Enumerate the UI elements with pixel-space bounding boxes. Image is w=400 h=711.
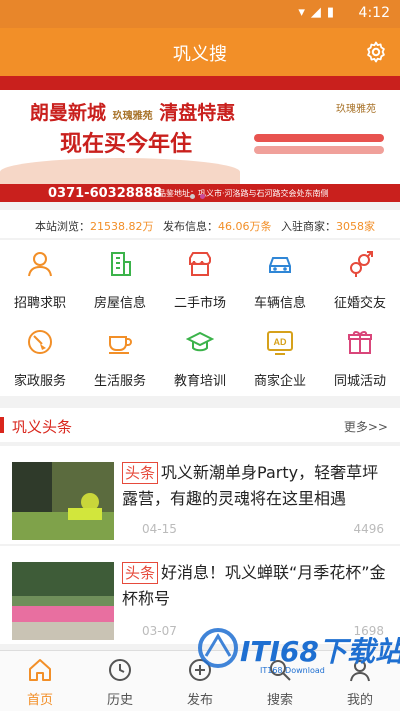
category-label: 房屋信息 <box>93 296 146 311</box>
category-education[interactable]: 教育培训 <box>160 318 240 396</box>
clock-icon <box>109 659 131 681</box>
banner-ribbon <box>254 146 384 154</box>
news-date: 03-07 <box>142 624 177 638</box>
car-icon <box>269 257 291 273</box>
home-icon <box>29 659 51 681</box>
watermark-text: ITI68下载站 <box>240 635 400 668</box>
ad-icon: AD <box>267 331 293 355</box>
promo-banner[interactable]: 朗曼新城 玖瑰雅苑 清盘特惠 现在买今年住 玖瑰雅苑 0371-60328888… <box>0 76 400 202</box>
stat-post-value: 46.06万条 <box>218 220 272 233</box>
news-title: 好消息！巩义蝉联“月季花杯”金杯称号 <box>122 563 386 608</box>
category-label: 生活服务 <box>93 374 146 389</box>
shop-icon <box>189 252 211 276</box>
tab-label: 历史 <box>106 693 133 708</box>
app-header: 巩义搜 <box>0 28 400 76</box>
news-thumbnail <box>12 462 114 540</box>
banner-brand: 玖瑰雅苑 <box>112 111 153 122</box>
banner-subheadline: 现在买今年住 <box>60 132 193 157</box>
news-date: 04-15 <box>142 522 177 536</box>
category-label: 二手市场 <box>173 296 226 311</box>
tab-label: 首页 <box>26 693 53 708</box>
tab-history[interactable]: 历史 <box>80 651 160 711</box>
category-label: 征婚交友 <box>333 296 386 311</box>
banner-decoration <box>0 158 240 186</box>
news-views: 4496 <box>353 522 384 536</box>
banner-headline-part1: 朗曼新城 <box>30 102 107 124</box>
svg-text:AD: AD <box>274 337 287 347</box>
category-housekeeping[interactable]: 家政服务 <box>0 318 80 396</box>
category-label: 招聘求职 <box>13 296 66 311</box>
tab-label: 搜索 <box>266 693 293 708</box>
banner-top-strip <box>0 76 400 90</box>
pager-dot-active[interactable] <box>200 194 205 199</box>
news-item[interactable]: 头条 巩义新潮单身Party，轻奢草坪露营，有趣的灵魂将在这里相遇 04-15 4… <box>0 446 400 544</box>
section-accent-bar <box>0 417 4 433</box>
graduation-cap-icon <box>186 331 214 352</box>
banner-ribbon <box>254 134 384 142</box>
tab-home[interactable]: 首页 <box>0 651 80 711</box>
category-life-services[interactable]: 生活服务 <box>80 318 160 396</box>
gear-icon[interactable] <box>364 40 388 64</box>
banner-pager <box>0 192 400 202</box>
headline-tag: 头条 <box>122 462 159 484</box>
cup-icon <box>109 336 132 354</box>
stat-post-label: 发布信息： <box>163 220 218 233</box>
gift-icon <box>348 331 372 354</box>
more-link[interactable]: 更多>> <box>344 418 388 435</box>
site-stats: 本站浏览：21538.82万 发布信息：46.06万条 入驻商家：3058家 <box>0 210 400 238</box>
gender-icon <box>350 251 373 277</box>
category-housing[interactable]: 房屋信息 <box>80 240 160 318</box>
category-label: 商家企业 <box>253 374 306 389</box>
stat-merchant-value: 3058家 <box>336 220 375 233</box>
person-icon <box>28 252 52 277</box>
watermark-emblem-icon <box>198 628 238 668</box>
category-label: 同城活动 <box>333 374 386 389</box>
banner-right-panel: 玖瑰雅苑 <box>240 100 396 182</box>
banner-headline: 朗曼新城 玖瑰雅苑 清盘特惠 <box>30 98 235 125</box>
category-local-events[interactable]: 同城活动 <box>320 318 400 396</box>
banner-headline-part2: 清盘特惠 <box>159 102 236 124</box>
watermark-logo: ITI68下载站 IT168 Download <box>190 620 400 690</box>
section-title: 巩义头条 <box>12 418 73 436</box>
category-label: 家政服务 <box>13 374 66 389</box>
news-title: 巩义新潮单身Party，轻奢草坪露营，有趣的灵魂将在这里相遇 <box>122 463 379 508</box>
category-dating[interactable]: 征婚交友 <box>320 240 400 318</box>
pager-dot[interactable] <box>190 194 195 199</box>
tab-label: 我的 <box>346 693 373 708</box>
status-time: 4:12 <box>358 5 390 21</box>
category-secondhand[interactable]: 二手市场 <box>160 240 240 318</box>
stat-merchant-label: 入驻商家： <box>281 220 336 233</box>
app-title: 巩义搜 <box>173 44 227 65</box>
stat-browse-label: 本站浏览： <box>35 220 90 233</box>
news-headline: 头条 巩义新潮单身Party，轻奢草坪露营，有趣的灵魂将在这里相遇 <box>122 460 390 512</box>
status-icons: ▾◢▮ <box>298 5 340 20</box>
category-business[interactable]: AD 商家企业 <box>240 318 320 396</box>
category-jobs[interactable]: 招聘求职 <box>0 240 80 318</box>
category-label: 教育培训 <box>173 374 226 389</box>
status-bar: ▾◢▮ 4:12 <box>0 0 400 28</box>
banner-logo: 玖瑰雅苑 <box>336 104 376 115</box>
tab-label: 发布 <box>186 693 213 708</box>
broom-icon <box>28 330 52 354</box>
news-headline: 头条 好消息！巩义蝉联“月季花杯”金杯称号 <box>122 560 390 612</box>
news-section-header: 巩义头条 更多>> <box>0 408 400 442</box>
category-grid: 招聘求职 房屋信息 二手市场 车辆信息 征婚交友 家政服务 生活服务 教育培训 … <box>0 240 400 396</box>
headline-tag: 头条 <box>122 562 159 584</box>
category-label: 车辆信息 <box>253 296 306 311</box>
news-thumbnail <box>12 562 114 640</box>
watermark-subtext: IT168 Download <box>260 666 325 675</box>
building-icon <box>111 252 131 276</box>
stat-browse-value: 21538.82万 <box>90 220 154 233</box>
category-vehicles[interactable]: 车辆信息 <box>240 240 320 318</box>
